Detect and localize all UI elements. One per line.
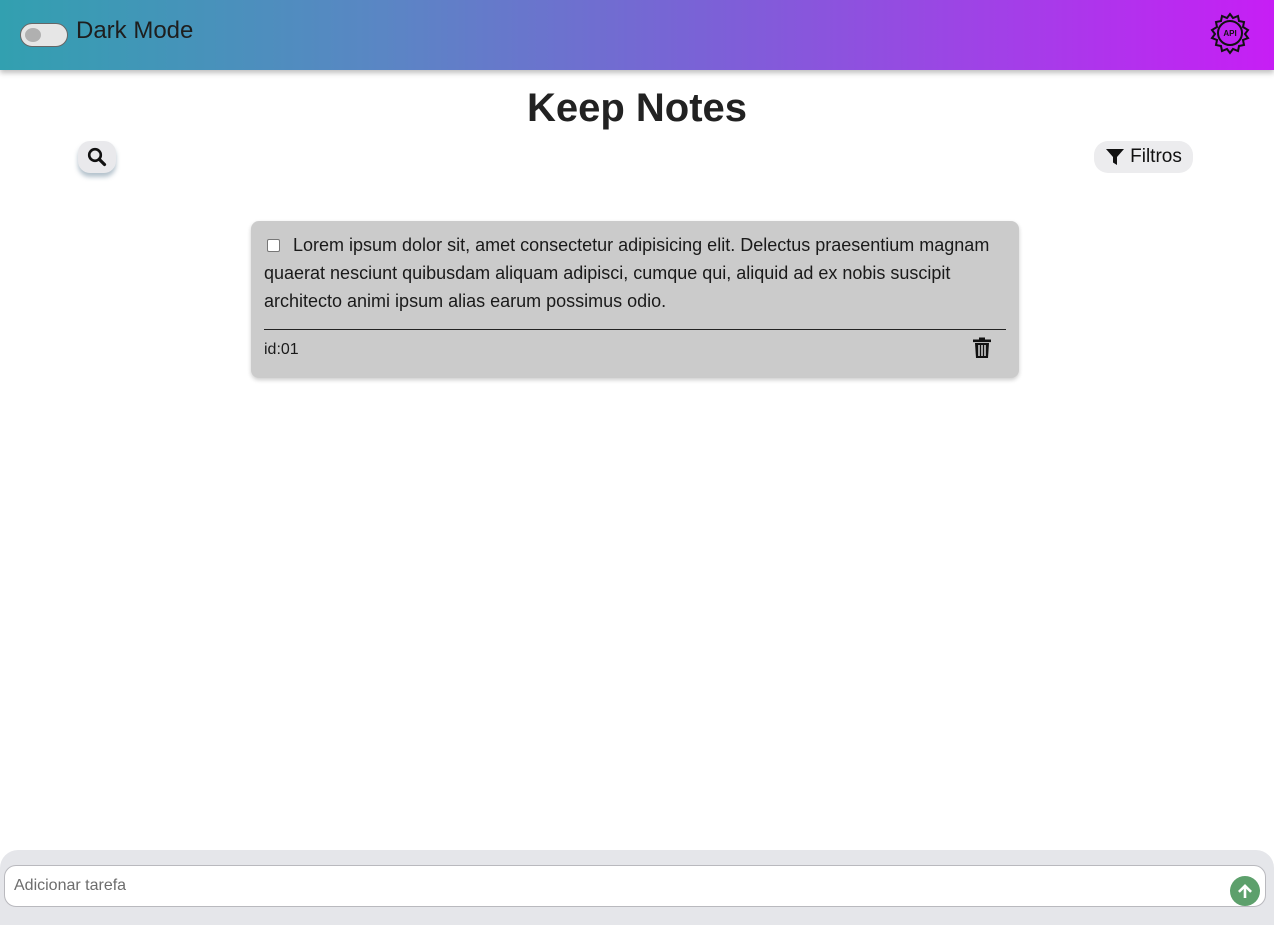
filter-button[interactable]: Filtros xyxy=(1094,141,1193,173)
send-button[interactable] xyxy=(1230,876,1260,906)
filter-label: Filtros xyxy=(1130,146,1182,167)
svg-text:API: API xyxy=(1223,29,1236,38)
add-task-input[interactable] xyxy=(4,865,1266,907)
page-title: Keep Notes xyxy=(526,86,748,130)
arrow-up-icon xyxy=(1238,884,1252,898)
note-card: Lorem ipsum dolor sit, amet consectetur … xyxy=(251,221,1019,378)
toggle-knob xyxy=(25,28,41,42)
top-bar: Dark Mode API xyxy=(0,0,1274,70)
search-button[interactable] xyxy=(78,141,116,173)
note-divider xyxy=(264,329,1006,330)
note-text-block: Lorem ipsum dolor sit, amet consectetur … xyxy=(264,231,1006,315)
note-checkbox[interactable] xyxy=(267,239,280,252)
search-icon xyxy=(87,147,107,167)
funnel-icon xyxy=(1106,149,1125,165)
api-gear-icon[interactable]: API xyxy=(1208,11,1252,55)
dark-mode-toggle[interactable] xyxy=(20,23,68,47)
note-id: id:01 xyxy=(264,341,299,358)
note-text: Lorem ipsum dolor sit, amet consectetur … xyxy=(264,235,990,311)
composer-bar xyxy=(0,850,1274,925)
trash-icon[interactable] xyxy=(972,337,992,359)
dark-mode-label: Dark Mode xyxy=(76,17,194,44)
